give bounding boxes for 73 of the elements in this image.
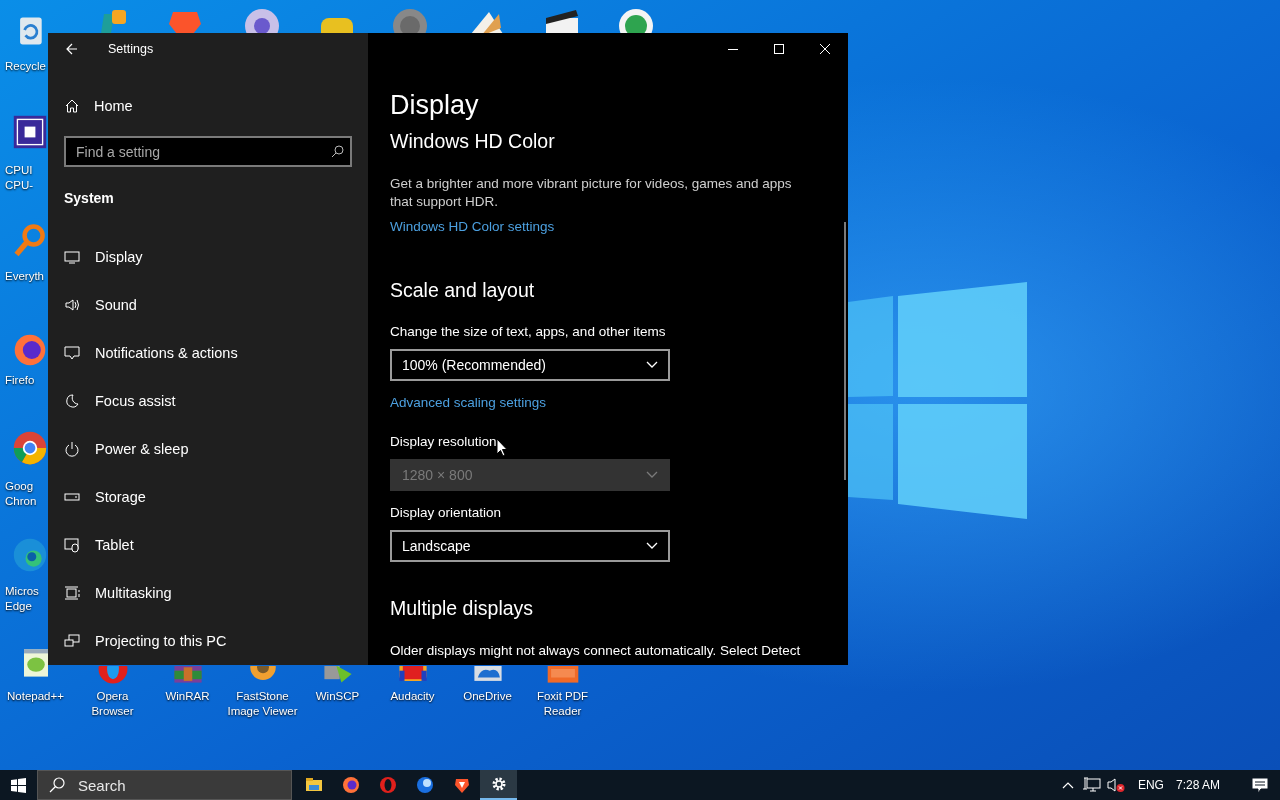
maximize-icon bbox=[774, 44, 784, 54]
desktop-icon-label[interactable]: WinRAR bbox=[150, 689, 225, 704]
chevron-icon bbox=[646, 471, 658, 479]
dropdown[interactable]: 100% (Recommended) bbox=[390, 349, 670, 381]
section-heading: Scale and layout bbox=[390, 278, 535, 303]
search-icon bbox=[331, 145, 344, 159]
desktop-icon-label[interactable]: Foxit PDF Reader bbox=[525, 689, 600, 719]
home-icon bbox=[64, 97, 80, 114]
app-icon bbox=[341, 776, 360, 794]
app-icon bbox=[378, 776, 397, 794]
nav-item[interactable]: Notifications & actions bbox=[48, 329, 368, 377]
desktop-icon-label[interactable]: OneDrive bbox=[450, 689, 525, 704]
desktop-icon-label[interactable]: Firefo bbox=[0, 373, 43, 388]
window-title: Settings bbox=[108, 41, 154, 56]
display-icon bbox=[64, 249, 80, 265]
windows-icon bbox=[11, 777, 26, 793]
section-heading: Multiple displays bbox=[390, 596, 534, 621]
sound-icon bbox=[64, 297, 80, 313]
settings-link[interactable]: Windows HD Color settings bbox=[390, 218, 555, 236]
clock[interactable]: 7:28 AM bbox=[1175, 778, 1220, 792]
page-title: Display bbox=[390, 89, 480, 122]
minimize-icon bbox=[728, 48, 738, 50]
language-indicator[interactable]: ENG bbox=[1137, 778, 1164, 792]
search-icon bbox=[49, 777, 65, 793]
dropdown[interactable]: Landscape bbox=[390, 530, 670, 562]
scrollbar[interactable] bbox=[844, 222, 846, 480]
tablet-icon bbox=[64, 537, 80, 553]
close-icon bbox=[820, 44, 830, 54]
speaker-icon[interactable] bbox=[1106, 777, 1125, 793]
desktop-icon-label[interactable]: WinSCP bbox=[300, 689, 375, 704]
field-label: Change the size of text, apps, and other items bbox=[390, 323, 666, 341]
desktop-icon-label[interactable]: Audacity bbox=[375, 689, 450, 704]
field-label: Display orientation bbox=[390, 504, 502, 522]
field-label: Display resolution bbox=[390, 433, 497, 451]
nav-item[interactable]: Tablet bbox=[48, 521, 368, 569]
desktop-icon-label[interactable]: Opera Browser bbox=[75, 689, 150, 719]
notifications-icon[interactable] bbox=[1252, 777, 1268, 793]
app-icon bbox=[415, 776, 434, 794]
nav-item[interactable]: Sound bbox=[48, 281, 368, 329]
section-label: System bbox=[63, 189, 115, 209]
desktop-icon-label[interactable]: CPUI CPU- bbox=[0, 163, 43, 193]
app-icon bbox=[452, 776, 471, 794]
desktop-icon-label[interactable]: Goog Chron bbox=[0, 479, 43, 509]
desktop-icon-label[interactable]: Micros Edge bbox=[0, 584, 43, 614]
folder-icon bbox=[304, 776, 323, 794]
chevron-up-icon bbox=[1061, 781, 1074, 789]
focus-icon bbox=[64, 393, 80, 409]
back-arrow-icon[interactable] bbox=[66, 42, 78, 55]
settings-link[interactable]: Advanced scaling settings bbox=[390, 394, 547, 412]
description-text: Older displays might not always connect automatically. Select Detect bbox=[390, 642, 802, 660]
taskbar-app-button[interactable] bbox=[480, 770, 517, 800]
search-field[interactable]: Search bbox=[37, 770, 292, 800]
nav-item[interactable]: Multitasking bbox=[48, 569, 368, 617]
notifications-icon bbox=[64, 345, 80, 361]
power-icon bbox=[64, 441, 80, 457]
search-field[interactable]: Find a setting bbox=[64, 136, 352, 168]
network-icon[interactable] bbox=[1082, 777, 1101, 793]
desktop-icon-label[interactable]: FastStone Image Viewer bbox=[225, 689, 300, 719]
chevron-icon bbox=[646, 361, 658, 369]
section-heading: Windows HD Color bbox=[390, 129, 555, 154]
description-text: Get a brighter and more vibrant picture for videos, games and apps that support HDR. bbox=[390, 175, 793, 211]
nav-item[interactable]: Projecting to this PC bbox=[48, 617, 368, 665]
desktop-icon-label[interactable]: Everyth bbox=[0, 269, 43, 284]
chevron-icon bbox=[646, 542, 658, 550]
projecting-icon bbox=[64, 633, 80, 649]
nav-item[interactable]: Focus assist bbox=[48, 377, 368, 425]
nav-item[interactable]: Power & sleep bbox=[48, 425, 368, 473]
home-nav-item[interactable]: Home bbox=[48, 81, 368, 130]
nav-item[interactable]: Display bbox=[48, 233, 368, 281]
desktop-icon-label[interactable]: Notepad++ bbox=[0, 689, 73, 704]
cursor-icon bbox=[496, 438, 508, 457]
nav-item[interactable]: Storage bbox=[48, 473, 368, 521]
multitasking-icon bbox=[64, 585, 80, 601]
